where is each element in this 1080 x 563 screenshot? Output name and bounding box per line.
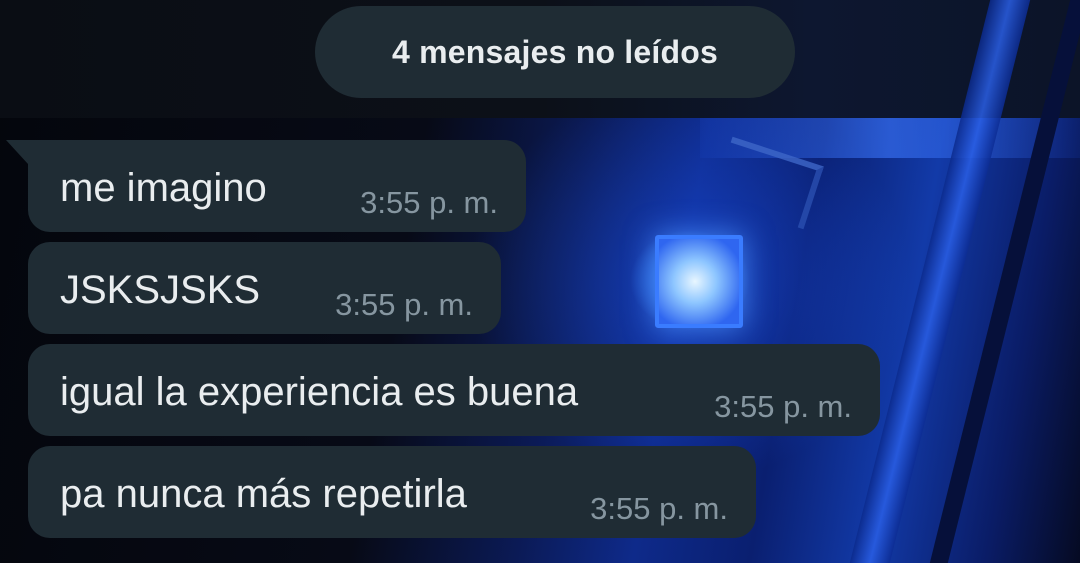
message-text: igual la experiencia es buena xyxy=(60,370,579,414)
message-text: JSKSJSKS xyxy=(60,268,261,312)
bubble-tail xyxy=(6,140,28,164)
message-timestamp: 3:55 p. m. xyxy=(590,491,728,526)
message-bubble[interactable]: JSKSJSKS 3:55 p. m. xyxy=(28,242,501,334)
message-timestamp: 3:55 p. m. xyxy=(714,389,852,424)
message-bubble[interactable]: igual la experiencia es buena 3:55 p. m. xyxy=(28,344,880,436)
message-bubble[interactable]: me imagino 3:55 p. m. xyxy=(6,140,526,232)
message-text: pa nunca más repetirla xyxy=(60,472,467,516)
unread-messages-label: 4 mensajes no leídos xyxy=(392,33,718,70)
message-text: me imagino xyxy=(60,166,267,210)
message-timestamp: 3:55 p. m. xyxy=(335,287,473,322)
message-bubble[interactable]: pa nunca más repetirla 3:55 p. m. xyxy=(28,446,756,538)
message-timestamp: 3:55 p. m. xyxy=(360,185,498,220)
unread-messages-banner: 4 mensajes no leídos xyxy=(315,6,795,98)
wallpaper-lamp xyxy=(655,235,743,328)
